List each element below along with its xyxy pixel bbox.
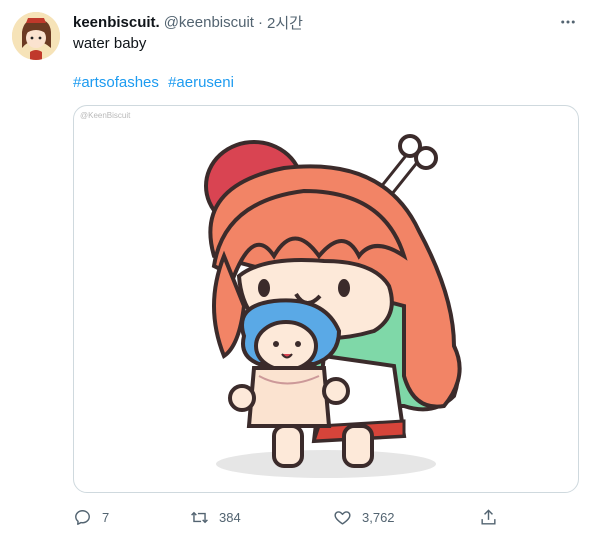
tweet-media-image[interactable]: @KeenBiscuit (73, 105, 579, 493)
tweet-header: keenbiscuit. @keenbiscuit · 2시간 (73, 12, 303, 32)
hashtag-link[interactable]: #artsofashes (73, 74, 159, 91)
hashtag-link[interactable]: #aeruseni (168, 74, 234, 91)
reply-button[interactable]: 7 (73, 506, 109, 528)
retweet-button[interactable]: 384 (190, 506, 241, 528)
hashtag-list: #artsofashes #aeruseni (73, 74, 239, 91)
like-button[interactable]: 3,762 (333, 506, 395, 528)
reply-icon (75, 509, 90, 525)
timestamp[interactable]: 2시간 (267, 12, 303, 33)
retweet-count: 384 (219, 509, 241, 525)
display-name[interactable]: keenbiscuit. (73, 14, 160, 31)
separator-dot: · (257, 13, 263, 31)
illustration (204, 134, 462, 478)
heart-icon (334, 510, 351, 525)
user-handle[interactable]: @keenbiscuit (164, 14, 254, 31)
reply-count: 7 (102, 509, 110, 525)
retweet-icon (191, 511, 208, 523)
artist-watermark: @KeenBiscuit (80, 111, 131, 120)
share-icon (481, 508, 496, 525)
more-options-button[interactable] (556, 12, 580, 32)
avatar[interactable] (12, 12, 60, 60)
tweet-text: water baby (73, 35, 147, 52)
tweet[interactable]: keenbiscuit. @keenbiscuit · 2시간 water ba… (0, 0, 594, 536)
shadow-shape (216, 450, 436, 478)
avatar-image (12, 12, 60, 60)
more-icon (561, 20, 575, 24)
bone-shape (378, 134, 438, 199)
like-count: 3,762 (362, 509, 395, 525)
tweet-actions: 7 384 3,762 (73, 506, 503, 528)
share-button[interactable] (479, 506, 498, 528)
